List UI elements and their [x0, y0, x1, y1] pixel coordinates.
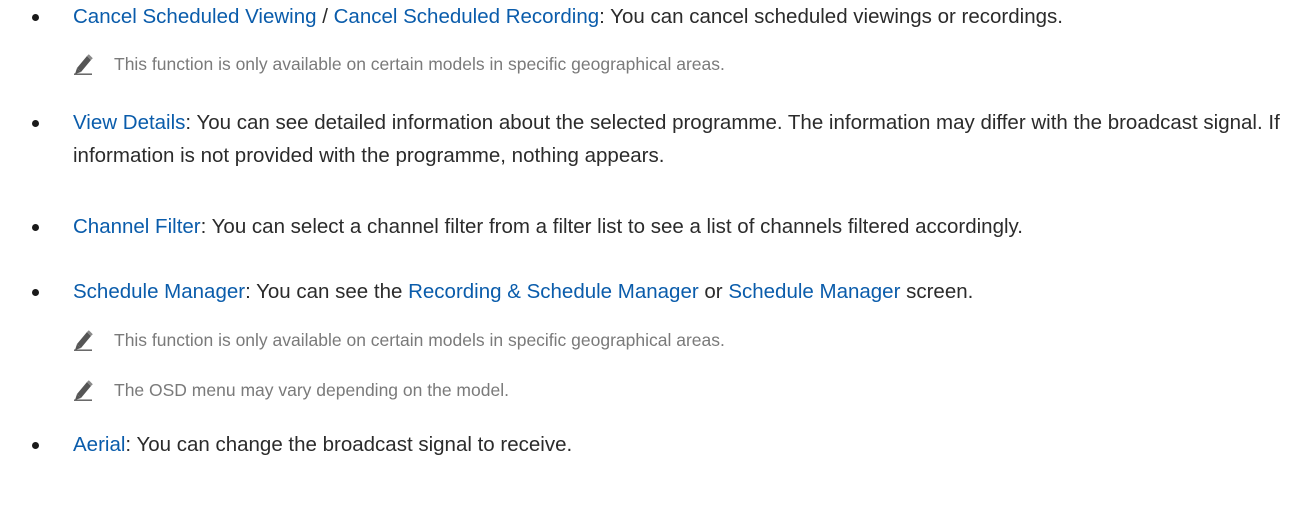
- note: The OSD menu may vary depending on the m…: [72, 377, 509, 403]
- text-run: /: [316, 5, 334, 28]
- pencil-icon: [74, 380, 93, 401]
- list-item-text: Aerial: You can change the broadcast sig…: [73, 428, 1307, 461]
- manual-page: Cancel Scheduled Viewing / Cancel Schedu…: [0, 0, 1315, 526]
- list-item-schedule-manager: Schedule Manager: You can see the Record…: [32, 275, 1307, 308]
- text-run: : You can select a channel filter from a…: [200, 215, 1023, 238]
- term-link[interactable]: Schedule Manager: [73, 280, 245, 303]
- text-run: : You can cancel scheduled viewings or r…: [599, 5, 1063, 28]
- list-item-channel-filter: Channel Filter: You can select a channel…: [32, 210, 1307, 243]
- list-item-text: Cancel Scheduled Viewing / Cancel Schedu…: [73, 0, 1307, 33]
- term-link[interactable]: Channel Filter: [73, 215, 201, 238]
- text-run: : You can change the broadcast signal to…: [125, 433, 573, 456]
- list-item-text: Schedule Manager: You can see the Record…: [73, 275, 1307, 308]
- term-link[interactable]: Cancel Scheduled Viewing: [73, 5, 317, 28]
- bullet-dot: [32, 289, 39, 296]
- note-text: This function is only available on certa…: [114, 330, 725, 350]
- list-item-text: Channel Filter: You can select a channel…: [73, 210, 1307, 243]
- list-item-aerial: Aerial: You can change the broadcast sig…: [32, 428, 1307, 461]
- text-run: screen.: [900, 280, 974, 303]
- text-run: : You can see the: [245, 280, 409, 303]
- term-link[interactable]: View Details: [73, 111, 185, 134]
- text-run: : You can see detailed information about…: [73, 111, 1280, 167]
- note: This function is only available on certa…: [72, 51, 725, 77]
- pencil-icon: [74, 54, 93, 75]
- text-run: or: [698, 280, 729, 303]
- bullet-dot: [32, 120, 39, 127]
- term-link[interactable]: Schedule Manager: [728, 280, 900, 303]
- term-link[interactable]: Recording & Schedule Manager: [408, 280, 699, 303]
- note-text: The OSD menu may vary depending on the m…: [114, 380, 509, 400]
- bullet-dot: [32, 224, 39, 231]
- list-item-text: View Details: You can see detailed infor…: [73, 106, 1307, 172]
- note: This function is only available on certa…: [72, 327, 725, 353]
- list-item-view-details: View Details: You can see detailed infor…: [32, 106, 1307, 172]
- term-link[interactable]: Cancel Scheduled Recording: [334, 5, 600, 28]
- term-link[interactable]: Aerial: [73, 433, 125, 456]
- list-item-cancel-scheduled: Cancel Scheduled Viewing / Cancel Schedu…: [32, 0, 1307, 33]
- pencil-icon: [74, 330, 93, 351]
- bullet-dot: [32, 14, 39, 21]
- note-text: This function is only available on certa…: [114, 54, 725, 74]
- bullet-dot: [32, 442, 39, 449]
